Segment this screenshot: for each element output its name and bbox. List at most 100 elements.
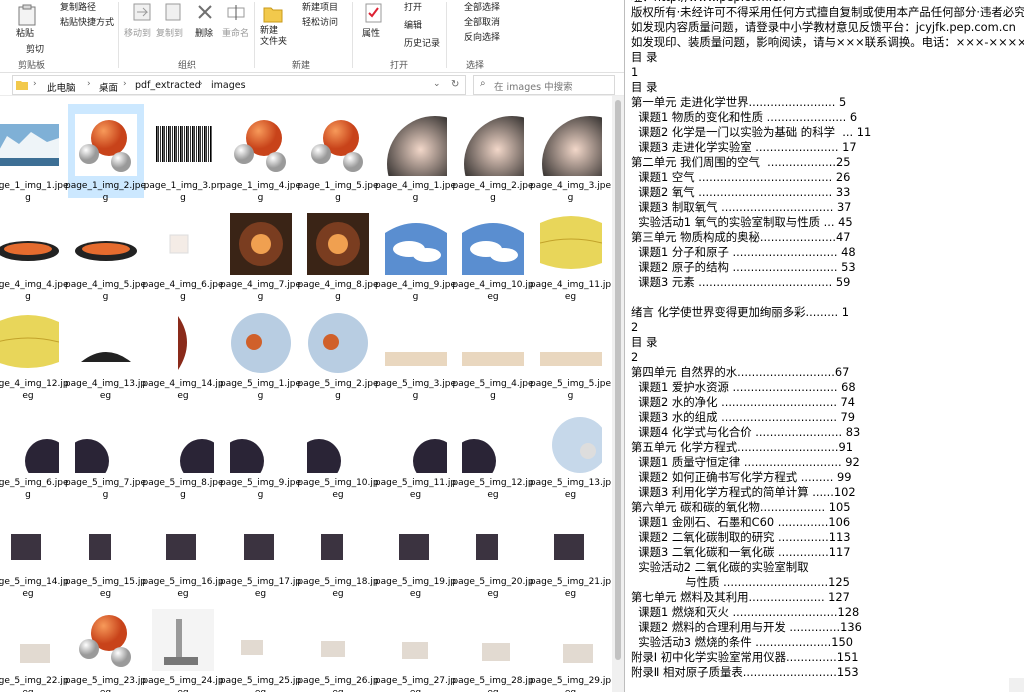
file-item[interactable]: page_5_img_18.jpeg	[297, 500, 379, 599]
file-item[interactable]: page_1_img_1.jpeg	[0, 104, 69, 203]
file-item[interactable]: page_4_img_4.jpeg	[0, 203, 69, 302]
cut-button[interactable]: 剪切	[26, 42, 44, 55]
file-item[interactable]: page_4_img_9.jpeg	[375, 203, 456, 302]
file-item[interactable]: page_5_img_14.jpeg	[0, 500, 69, 599]
scrollbar-thumb[interactable]	[615, 100, 621, 660]
file-thumbnail	[152, 510, 214, 572]
file-item[interactable]: page_4_img_10.jpeg	[452, 203, 534, 302]
file-item[interactable]: page_5_img_8.jpeg	[142, 401, 224, 500]
file-item[interactable]: page_4_img_12.jpeg	[0, 302, 69, 401]
file-item[interactable]: page_1_img_4.jpeg	[220, 104, 301, 203]
file-thumbnail	[0, 114, 59, 176]
file-item[interactable]: page_5_img_17.jpeg	[220, 500, 301, 599]
search-box[interactable]: ⌕ 在 images 中搜索	[473, 75, 615, 95]
file-item[interactable]: page_4_img_2.jpeg	[452, 104, 534, 203]
document-line: 目 录	[631, 80, 658, 94]
file-item[interactable]: page_5_img_26.jpeg	[297, 599, 379, 692]
file-item[interactable]: page_5_img_4.jpeg	[452, 302, 534, 401]
file-item[interactable]: page_1_img_3.png	[144, 104, 222, 203]
select-none-button[interactable]: 全部取消	[464, 15, 500, 28]
file-item[interactable]: page_5_img_16.jpeg	[142, 500, 224, 599]
file-thumbnail	[152, 114, 214, 176]
file-item[interactable]: page_4_img_7.jpeg	[220, 203, 301, 302]
refresh-icon[interactable]: ↻	[451, 79, 459, 90]
file-item[interactable]: page_5_img_2.jpeg	[297, 302, 379, 401]
file-item[interactable]: page_4_img_6.jpeg	[142, 203, 224, 302]
file-item[interactable]: page_5_img_12.jpeg	[452, 401, 534, 500]
file-item[interactable]: page_5_img_25.jpeg	[220, 599, 301, 692]
file-item[interactable]: page_4_img_14.jpeg	[142, 302, 224, 401]
file-name: page_5_img_4.jpeg	[452, 379, 534, 401]
file-item[interactable]: page_1_img_2.jpeg	[65, 104, 146, 203]
address-bar[interactable]: › 此电脑 › 桌面 › pdf_extracted › images ⌄ ↻	[12, 75, 466, 95]
file-item[interactable]: page_5_img_23.jpeg	[65, 599, 146, 692]
file-name: page_4_img_11.jpeg	[529, 280, 612, 302]
delete-button[interactable]: 删除	[195, 26, 213, 39]
file-item[interactable]: page_5_img_6.jpeg	[0, 401, 69, 500]
text-document-pane[interactable]: 址：http://www.pep.com.cn版权所有·未经许可不得采用任何方式…	[624, 0, 1024, 692]
file-item[interactable]: page_4_img_5.jpeg	[65, 203, 146, 302]
file-item[interactable]: page_5_img_19.jpeg	[375, 500, 456, 599]
file-name: page_4_img_12.jpeg	[0, 379, 69, 401]
file-item[interactable]: page_5_img_28.jpeg	[452, 599, 534, 692]
file-item[interactable]: page_4_img_3.jpeg	[530, 104, 611, 203]
document-line: 附录Ⅰ 初中化学实验室常用仪器..............151	[631, 650, 859, 664]
copy-to-button[interactable]: 复制到	[156, 26, 183, 39]
file-item[interactable]: page_5_img_9.jpeg	[220, 401, 301, 500]
history-button[interactable]: 历史记录	[404, 36, 440, 49]
file-item[interactable]: page_4_img_1.jpeg	[375, 104, 456, 203]
properties-button[interactable]: 属性	[362, 26, 380, 39]
file-thumbnail	[307, 213, 369, 275]
file-item[interactable]: page_5_img_24.jpeg	[142, 599, 224, 692]
file-name: page_5_img_9.jpeg	[219, 478, 302, 500]
file-name: page_4_img_1.jpeg	[374, 181, 457, 203]
open-button[interactable]: 打开	[404, 0, 422, 13]
paste-button[interactable]: 粘贴	[16, 26, 34, 39]
copy-path-button[interactable]: 复制路径	[60, 0, 96, 13]
file-thumbnail	[462, 312, 524, 374]
file-item[interactable]: page_5_img_11.jpeg	[375, 401, 456, 500]
edit-button[interactable]: 编辑	[404, 18, 422, 31]
file-grid-scrollbar[interactable]	[612, 96, 624, 692]
file-item[interactable]: page_5_img_29.jpeg	[530, 599, 611, 692]
file-item[interactable]: page_5_img_20.jpeg	[452, 500, 534, 599]
file-item[interactable]: page_5_img_7.jpeg	[65, 401, 146, 500]
file-item[interactable]: page_5_img_27.jpeg	[375, 599, 456, 692]
file-item[interactable]: page_1_img_5.jpeg	[297, 104, 379, 203]
file-item[interactable]: page_4_img_11.jpeg	[530, 203, 611, 302]
invert-selection-button[interactable]: 反向选择	[464, 30, 500, 43]
breadcrumb-pdf-extracted[interactable]: pdf_extracted	[135, 80, 201, 91]
document-line: 第二单元 我们周围的空气 ...................25	[631, 155, 851, 169]
document-line: 课题1 燃烧和灭火 .............................1…	[631, 605, 860, 619]
file-name: page_5_img_15.jpeg	[64, 577, 147, 599]
file-item[interactable]: page_5_img_13.jpeg	[530, 401, 611, 500]
breadcrumb-desktop[interactable]: 桌面	[99, 80, 118, 94]
file-item[interactable]: page_5_img_5.jpeg	[530, 302, 611, 401]
paste-shortcut-button[interactable]: 粘贴快捷方式	[60, 15, 114, 28]
file-item[interactable]: page_5_img_3.jpeg	[375, 302, 456, 401]
rename-button[interactable]: 重命名	[222, 26, 249, 39]
file-item[interactable]: page_5_img_10.jpeg	[297, 401, 379, 500]
breadcrumb-this-pc[interactable]: 此电脑	[47, 80, 76, 94]
document-line: 第五单元 化学方程式............................91	[631, 440, 854, 454]
file-name: page_5_img_6.jpeg	[0, 478, 69, 500]
address-dropdown-icon[interactable]: ⌄	[433, 79, 441, 89]
file-item[interactable]: page_5_img_1.jpeg	[220, 302, 301, 401]
document-line: 课题2 燃料的合理利用与开发 ..............136	[631, 620, 862, 634]
file-item[interactable]: page_5_img_22.jpeg	[0, 599, 69, 692]
breadcrumb-images[interactable]: images	[211, 80, 246, 91]
document-text: 址：http://www.pep.com.cn版权所有·未经许可不得采用任何方式…	[631, 0, 1024, 680]
paste-icon	[18, 4, 36, 26]
file-item[interactable]: page_5_img_21.jpeg	[530, 500, 611, 599]
select-all-button[interactable]: 全部选择	[464, 0, 500, 13]
new-item-button[interactable]: 新建项目	[302, 0, 338, 13]
document-line: 版权所有·未经许可不得采用任何方式擅自复制或使用本产品任何部分·违者必究	[631, 5, 1024, 19]
new-folder-button[interactable]: 新建 文件夹	[260, 26, 287, 48]
file-item[interactable]: page_4_img_13.jpeg	[65, 302, 146, 401]
file-item[interactable]: page_5_img_15.jpeg	[65, 500, 146, 599]
file-name: page_5_img_26.jpeg	[297, 676, 379, 692]
move-to-button[interactable]: 移动到	[124, 26, 151, 39]
file-item[interactable]: page_4_img_8.jpeg	[297, 203, 379, 302]
easy-access-button[interactable]: 轻松访问	[302, 15, 338, 28]
file-thumbnail	[539, 609, 602, 671]
